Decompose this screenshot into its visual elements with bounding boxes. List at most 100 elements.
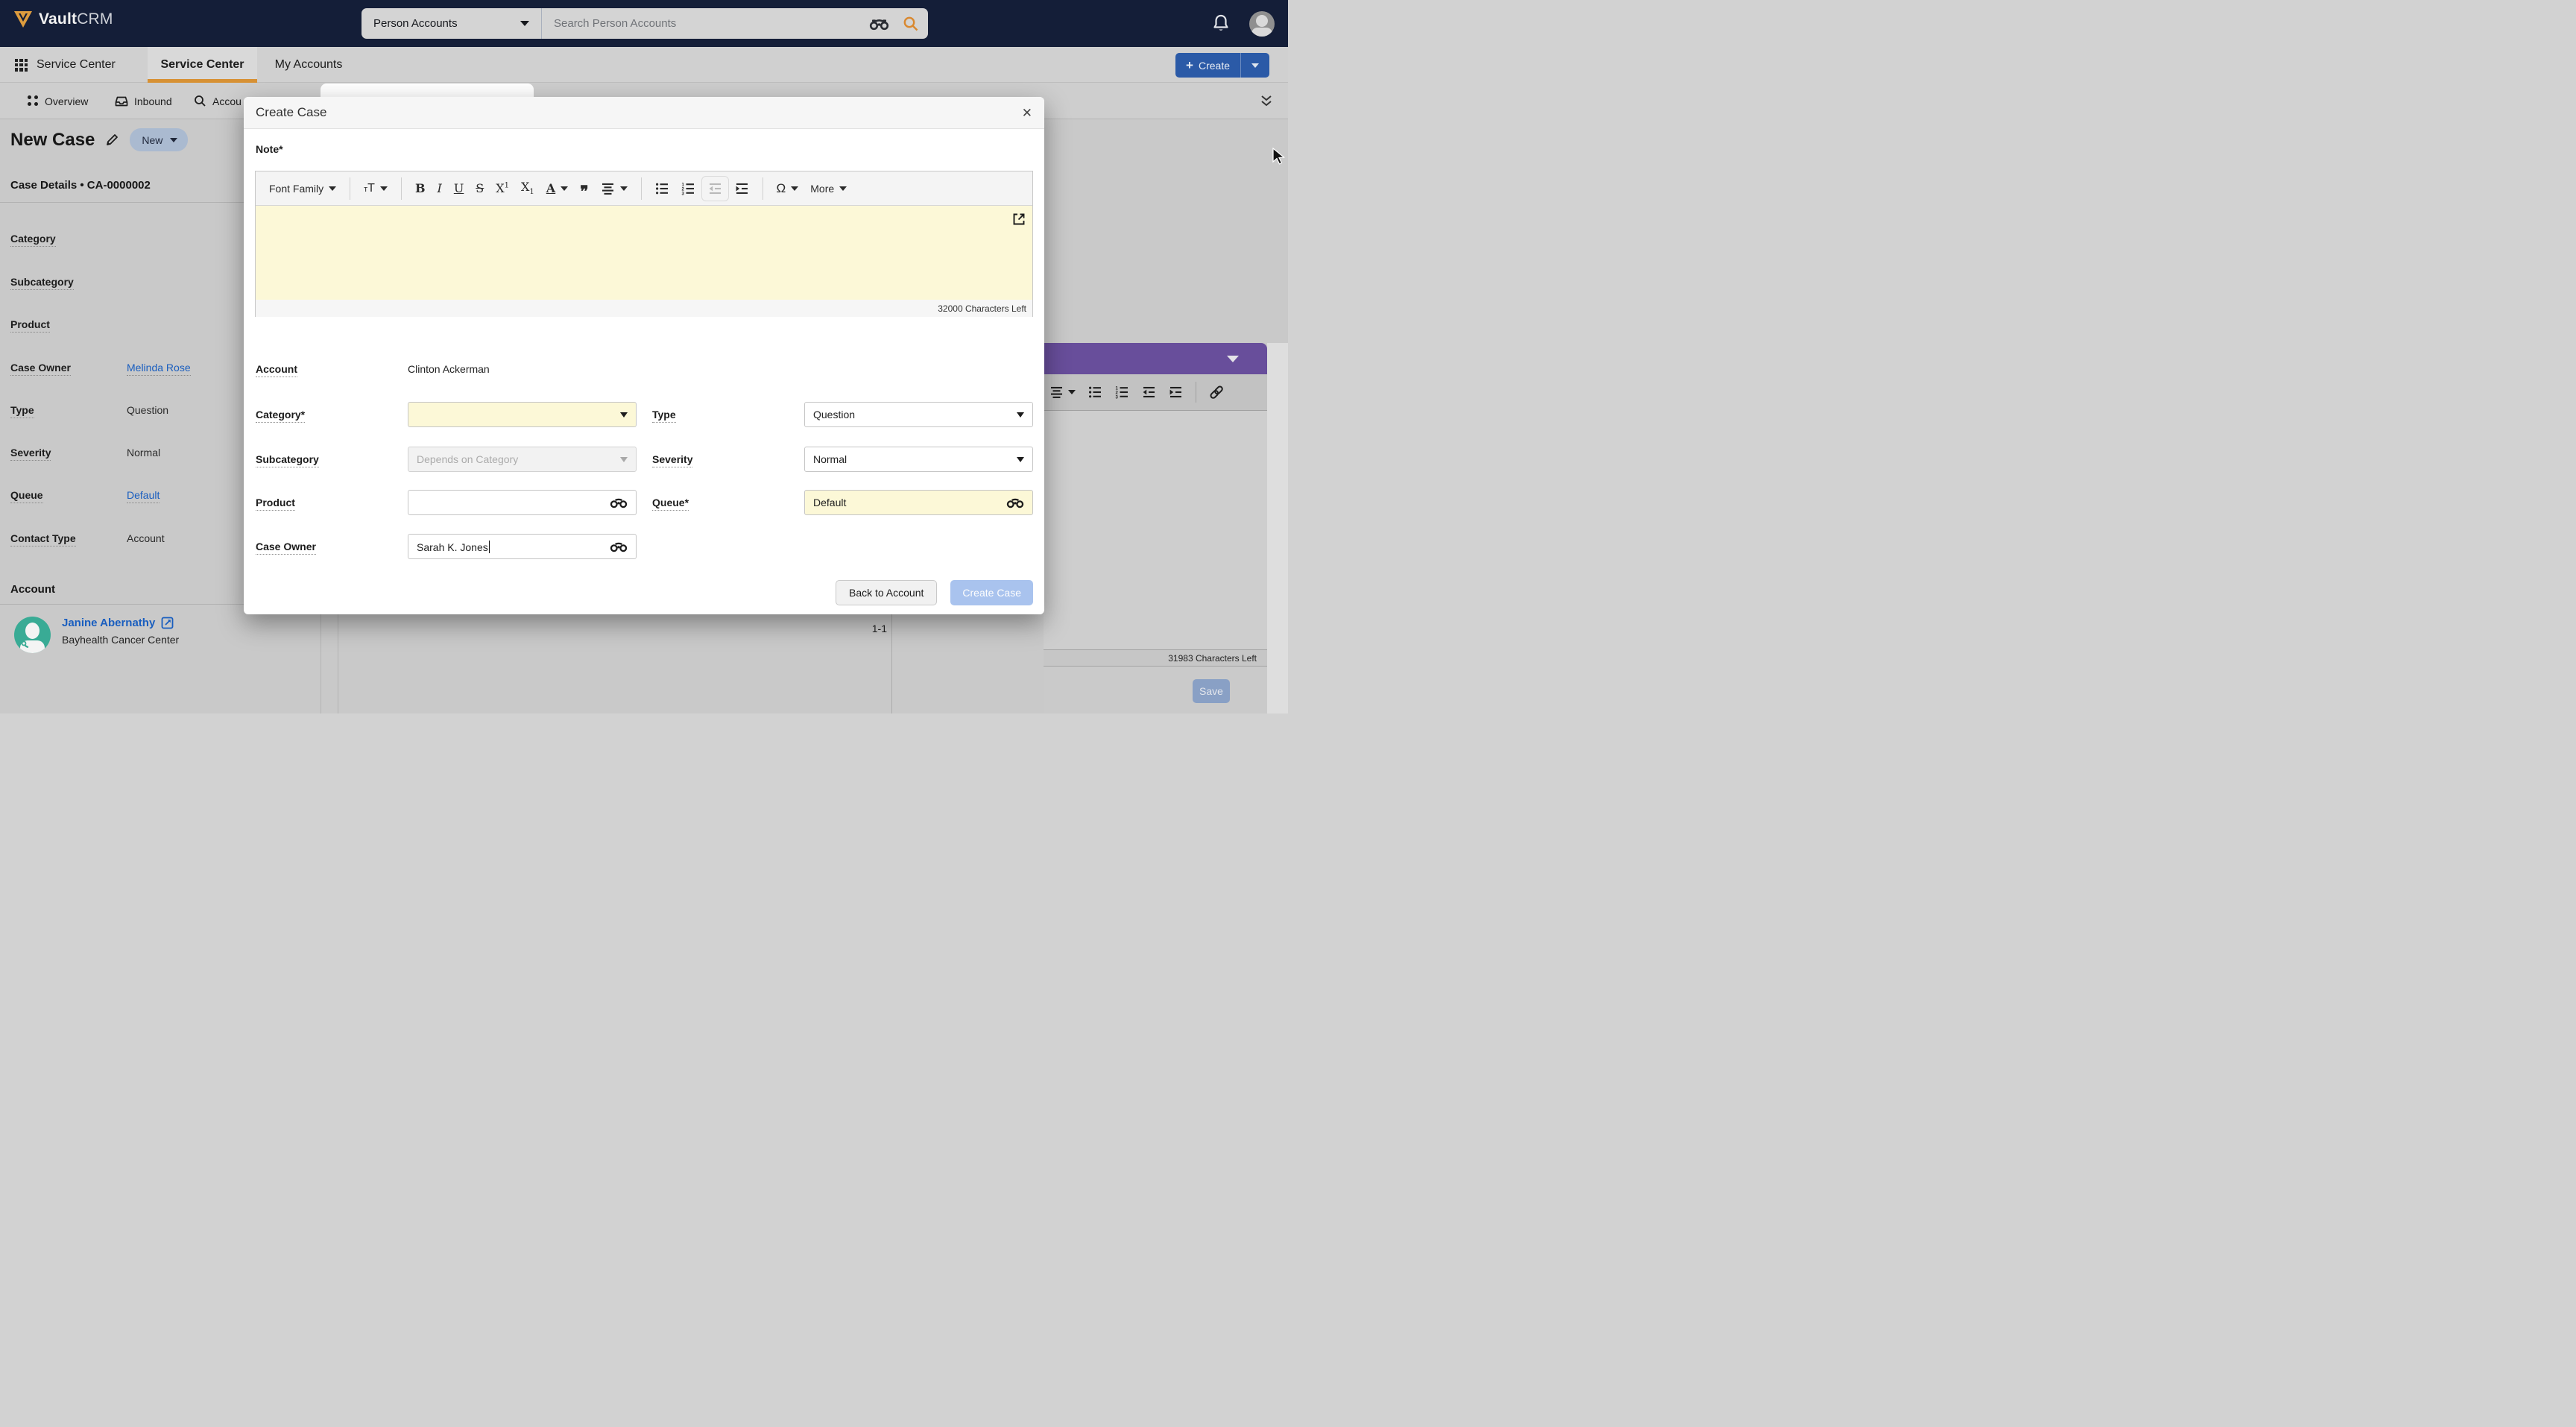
bullet-list-icon [655,182,669,195]
brand-text: VaultCRM [39,10,113,28]
more-dropdown[interactable]: More [804,176,853,201]
tab-my-accounts[interactable]: My Accounts [271,47,347,83]
vault-crm-logo: VaultCRM [13,10,113,28]
collapse-double-chevron-icon[interactable] [1258,94,1275,109]
chevron-down-icon [561,186,568,191]
modal-label-category: Category* [256,409,305,420]
subnav-item-accounts[interactable]: Accou [194,83,242,119]
rte-toolbar: Font Family тT B I U S X1 X1 A ❞ [256,171,1032,206]
special-character-dropdown[interactable]: Ω [771,176,805,201]
chevron-down-icon [380,186,388,191]
category-select[interactable] [408,402,637,427]
modal-label-case-owner: Case Owner [256,541,316,552]
svg-text:3: 3 [681,192,684,195]
queue-lookup-input[interactable]: Default [804,490,1033,515]
avatar-head [1256,15,1268,27]
modal-label-queue: Queue* [652,497,689,508]
modal-value-account: Clinton Ackerman [408,363,637,375]
bullet-list-button[interactable] [649,176,675,201]
search-object-selector[interactable]: Person Accounts [362,8,542,39]
modal-label-product: Product [256,497,295,508]
expand-editor-icon[interactable] [1012,212,1026,226]
note-rich-text-editor: Font Family тT B I U S X1 X1 A ❞ [255,171,1033,317]
superscript-button[interactable]: X1 [490,176,515,201]
outdent-button[interactable] [701,176,729,201]
italic-button[interactable]: I [431,176,447,201]
app-grid-icon[interactable] [15,59,28,72]
user-avatar[interactable] [1249,11,1275,37]
overview-grid-icon [28,95,39,107]
close-icon[interactable]: ✕ [1022,107,1032,119]
strikethrough-button[interactable]: S [470,176,490,201]
back-to-account-button[interactable]: Back to Account [836,580,937,605]
chevron-down-icon [1251,63,1259,68]
severity-select[interactable]: Normal [804,447,1033,472]
font-color-dropdown[interactable]: A [540,176,574,201]
outdent-icon [708,182,722,195]
notifications-bell-icon[interactable] [1212,14,1230,34]
modal-label-account: Account [256,363,297,375]
binoculars-icon[interactable] [610,497,628,508]
binoculars-icon[interactable] [869,17,889,31]
avatar-shoulders [1251,28,1272,37]
vault-logo-icon [13,10,33,28]
type-select[interactable]: Question [804,402,1033,427]
chevron-down-icon [620,457,628,462]
modal-header: Create Case ✕ [244,97,1044,129]
chevron-down-icon [620,412,628,418]
top-navigation-bar: VaultCRM Person Accounts Search Person A… [0,0,1288,47]
subscript-button[interactable]: X1 [515,176,540,201]
numbered-list-icon: 123 [681,182,695,195]
divider [641,177,642,200]
binoculars-icon[interactable] [610,541,628,552]
underline-button[interactable]: U [448,176,470,201]
modal-label-type: Type [652,409,676,420]
search-icon[interactable] [903,16,919,32]
bold-button[interactable]: B [409,176,432,201]
search-icon [194,95,206,107]
chevron-down-icon [620,186,628,191]
chevron-down-icon [839,186,847,191]
modal-label-subcategory: Subcategory [256,453,319,465]
app-navigation-bar: Service Center Service Center My Account… [0,47,1288,83]
create-case-button[interactable]: Create Case [950,580,1033,605]
search-input[interactable]: Search Person Accounts [542,8,928,39]
note-label: Note* [256,143,283,155]
app-switcher[interactable]: Service Center [15,47,116,83]
align-dropdown[interactable] [595,176,634,201]
chars-left-label: 32000 Characters Left [938,303,1026,314]
rte-statusbar: 32000 Characters Left [256,300,1032,317]
binoculars-icon[interactable] [1006,497,1024,508]
align-icon [601,182,615,195]
create-case-modal: Create Case ✕ Note* Font Family тT B I U… [244,97,1044,614]
subcategory-select: Depends on Category [408,447,637,472]
case-owner-lookup-input[interactable]: Sarah K. Jones [408,534,637,559]
tab-service-center[interactable]: Service Center [148,47,257,83]
subnav-item-inbound[interactable]: Inbound [115,83,172,119]
create-button[interactable]: + Create [1175,53,1241,78]
plus-icon: + [1186,58,1193,73]
font-size-dropdown[interactable]: тT [358,176,394,201]
create-dropdown-button[interactable] [1241,53,1269,78]
mouse-cursor [1272,148,1287,166]
inbox-icon [115,95,128,107]
blockquote-button[interactable]: ❞ [574,176,594,201]
create-split-button: + Create [1175,53,1269,78]
modal-label-severity: Severity [652,453,692,465]
global-search-bar: Person Accounts Search Person Accounts [362,8,928,39]
chevron-down-icon [329,186,336,191]
divider [401,177,402,200]
product-lookup-input[interactable] [408,490,637,515]
font-family-dropdown[interactable]: Font Family [263,176,342,201]
indent-button[interactable] [729,176,755,201]
chevron-down-icon [1017,412,1024,418]
chevron-down-icon [1017,457,1024,462]
note-text-area[interactable] [256,206,1032,300]
topbar-right-actions [1212,0,1275,47]
text-cursor [489,541,490,553]
chevron-down-icon [791,186,798,191]
modal-title: Create Case [256,105,326,120]
numbered-list-button[interactable]: 123 [675,176,701,201]
indent-icon [735,182,749,195]
subnav-item-overview[interactable]: Overview [28,83,88,119]
